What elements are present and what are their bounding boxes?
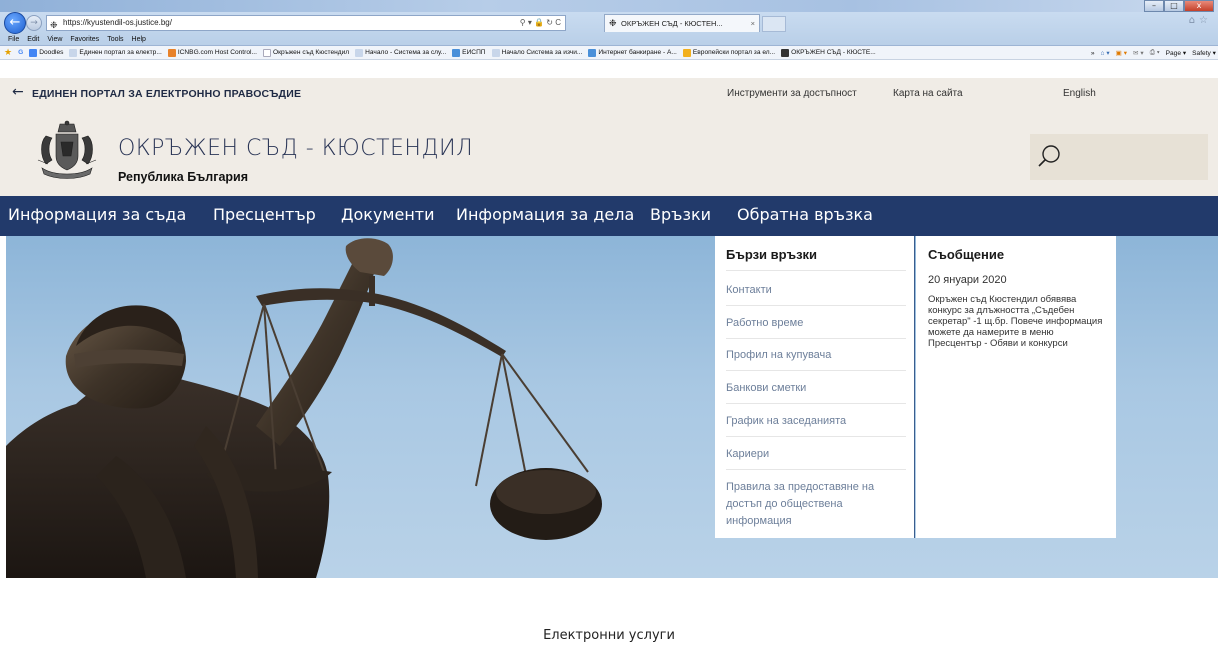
announcement-title: Съобщение (928, 247, 1005, 262)
nav-court-info[interactable]: Информация за съда (8, 205, 186, 224)
maximize-button[interactable]: □ (1164, 0, 1184, 12)
favorite-favicon-icon (588, 48, 597, 57)
minimize-button[interactable]: – (1144, 0, 1164, 12)
announcement-date: 20 януари 2020 (928, 274, 1007, 286)
favorite-link[interactable]: Окръжен съд Кюстендил (262, 48, 349, 57)
favorites-bar: ★ G Doodles Единен портал за електр... I… (0, 46, 1218, 60)
window-controls: – □ x (1144, 0, 1214, 12)
favorite-link[interactable]: Интернет банкиране - А... (588, 48, 677, 57)
more-favorites-icon[interactable]: » (1091, 50, 1095, 57)
sitemap-link[interactable]: Карта на сайта (893, 88, 963, 99)
nav-feedback[interactable]: Обратна връзка (737, 205, 873, 224)
menu-edit[interactable]: Edit (27, 34, 39, 46)
favorite-link[interactable]: Начало - Система за слу... (355, 48, 446, 57)
favorite-favicon-icon (29, 48, 38, 57)
favorite-link[interactable]: Единен портал за електр... (69, 48, 162, 57)
nav-press-center[interactable]: Пресцентър (213, 205, 316, 224)
nav-links[interactable]: Връзки (650, 205, 711, 224)
quick-link-buyer-profile[interactable]: Профил на купувача (726, 347, 906, 364)
browser-back-button[interactable]: ← (4, 12, 26, 34)
divider (726, 305, 906, 306)
menu-view[interactable]: View (47, 34, 62, 46)
favorite-link[interactable]: ЕИСПП (452, 48, 486, 57)
divider (726, 403, 906, 404)
favorite-link[interactable]: Начало Система за изчи... (491, 48, 582, 57)
menu-tools[interactable]: Tools (107, 34, 123, 46)
tab-favicon-icon: ❉ (609, 18, 617, 28)
favorite-favicon-icon (262, 48, 271, 57)
menu-file[interactable]: File (8, 34, 19, 46)
page-menu[interactable]: Page ▾ (1166, 49, 1187, 57)
favorite-favicon-icon (491, 48, 500, 57)
court-name[interactable]: ОКРЪЖЕН СЪД - КЮСТЕНДИЛ (118, 136, 473, 161)
favorite-favicon-icon (355, 48, 364, 57)
new-tab-button[interactable] (762, 16, 786, 32)
feeds-icon[interactable]: ▣ ▾ (1116, 49, 1127, 57)
quick-link-working-hours[interactable]: Работно време (726, 315, 906, 332)
language-link[interactable]: English (1063, 88, 1096, 99)
quick-link-hearings-schedule[interactable]: График на заседанията (726, 413, 906, 430)
favorite-favicon-icon (69, 48, 78, 57)
google-icon[interactable]: G (18, 49, 23, 56)
menu-help[interactable]: Help (132, 34, 146, 46)
favorite-link[interactable]: ICNBG.com Host Control... (167, 48, 257, 57)
address-tools-icon[interactable]: ⚲ ▾ 🔒 ↻ C (520, 16, 561, 30)
divider (726, 338, 906, 339)
favorites-star-icon[interactable]: ★ (4, 47, 12, 58)
address-url: https://kyustendil-os.justice.bg/ (63, 18, 172, 27)
divider (726, 469, 906, 470)
mail-icon[interactable]: ✉ ▾ (1133, 49, 1144, 57)
browser-tab-active[interactable]: ❉ ОКРЪЖЕН СЪД - КЮСТЕН... × (604, 14, 760, 32)
nav-case-info[interactable]: Информация за дела (456, 205, 634, 224)
coat-of-arms-icon[interactable] (32, 120, 102, 182)
accessibility-link[interactable]: Инструменти за достъпност (727, 88, 857, 99)
favorite-favicon-icon (781, 48, 790, 57)
browser-forward-button[interactable]: → (26, 15, 42, 31)
command-bar: » ⌂ ▾ ▣ ▾ ✉ ▾ ⎙ ▾ Page ▾ Safety ▾ (1084, 46, 1216, 59)
quick-link-careers[interactable]: Кариери (726, 446, 906, 463)
favorite-link[interactable]: Европейски портал за ел... (682, 48, 775, 57)
favorite-favicon-icon (682, 48, 691, 57)
quick-link-contacts[interactable]: Контакти (726, 282, 906, 299)
e-services-heading[interactable]: Електронни услуги (0, 628, 1218, 643)
quick-links-title: Бързи връзки (726, 247, 818, 262)
print-icon[interactable]: ⎙ ▾ (1150, 49, 1160, 57)
portal-back-link[interactable]: ЕДИНЕН ПОРТАЛ ЗА ЕЛЕКТРОННО ПРАВОСЪДИЕ (32, 88, 301, 100)
arrow-left-icon[interactable]: ← (12, 84, 24, 100)
safety-menu[interactable]: Safety ▾ (1192, 49, 1216, 57)
divider (726, 270, 906, 271)
home-favorites-icons[interactable]: ⌂☆ (1189, 15, 1212, 26)
browser-menu-bar: File Edit View Favorites Tools Help (0, 34, 1218, 46)
quick-link-bank-accounts[interactable]: Банкови сметки (726, 380, 906, 397)
favorite-link[interactable]: Doodles (29, 48, 63, 57)
nav-documents[interactable]: Документи (341, 205, 435, 224)
menu-favorites[interactable]: Favorites (70, 34, 99, 46)
search-icon[interactable] (1036, 142, 1064, 170)
divider (726, 370, 906, 371)
country-name: Република България (118, 170, 249, 184)
address-bar[interactable]: ❉ https://kyustendil-os.justice.bg/ ⚲ ▾ … (46, 15, 566, 31)
divider (726, 436, 906, 437)
quick-link-public-info-rules[interactable]: Правила за предоставяне на достъп до общ… (726, 479, 906, 530)
announcement-body[interactable]: Окръжен съд Кюстендил обявява конкурс за… (928, 294, 1108, 349)
favorite-favicon-icon (452, 48, 461, 57)
favorite-favicon-icon (167, 48, 176, 57)
site-favicon-icon: ❉ (50, 20, 58, 30)
close-tab-icon[interactable]: × (751, 15, 755, 32)
home-icon[interactable]: ⌂ ▾ (1101, 49, 1110, 57)
tab-title: ОКРЪЖЕН СЪД - КЮСТЕН... (621, 19, 723, 28)
window-titlebar (0, 0, 1218, 12)
favorite-link[interactable]: ОКРЪЖЕН СЪД - КЮСТЕ... (781, 48, 876, 57)
close-window-button[interactable]: x (1184, 0, 1214, 12)
